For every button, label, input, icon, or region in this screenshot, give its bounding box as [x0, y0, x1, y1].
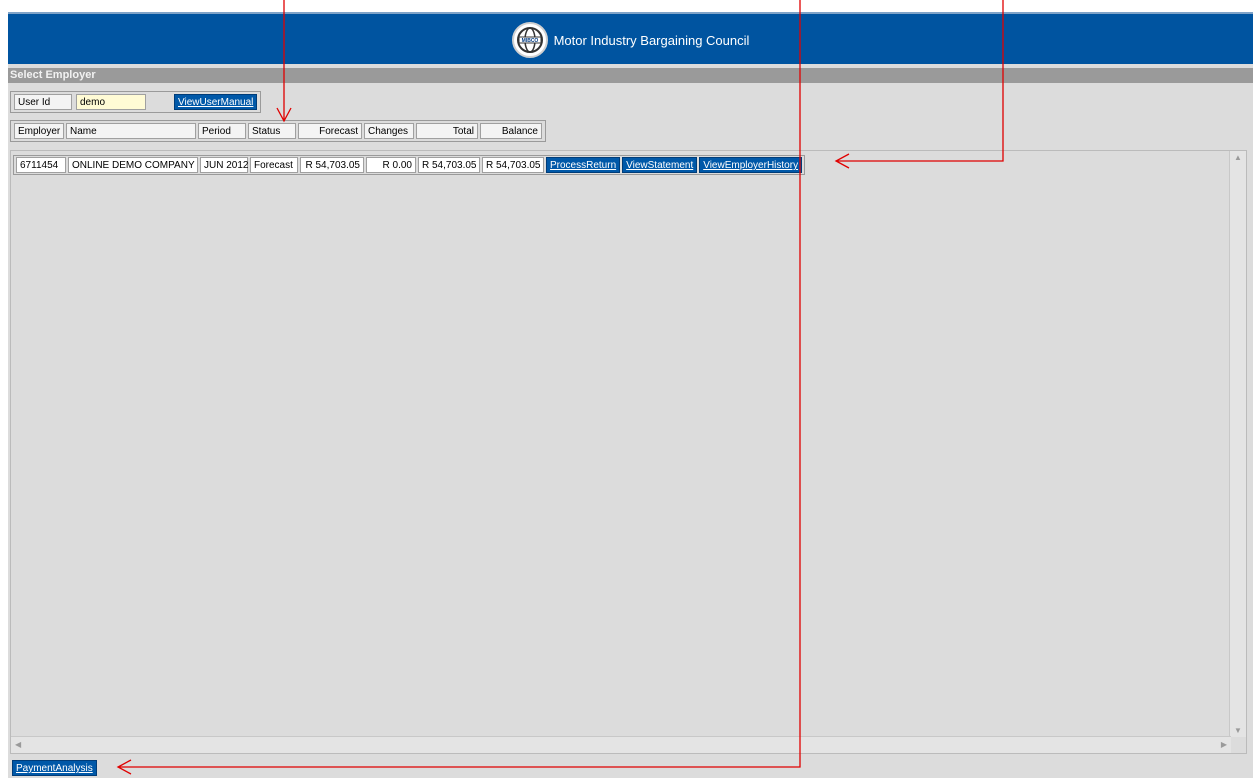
process-return-link[interactable]: ProcessReturn — [546, 157, 621, 173]
app-title: Motor Industry Bargaining Council — [553, 32, 750, 48]
forecast-value: R 54,703.05 — [300, 157, 364, 173]
col-header-forecast: Forecast — [298, 123, 362, 139]
col-header-period: Period — [198, 123, 246, 139]
col-header-total: Total — [416, 123, 478, 139]
col-header-balance: Balance — [480, 123, 542, 139]
scroll-left-icon[interactable]: ◀ — [15, 740, 21, 749]
vertical-scrollbar[interactable]: ▲ ▼ — [1229, 151, 1246, 737]
footer-bar: PaymentAnalysis — [8, 756, 1253, 778]
column-headers: Employer Name Period Status Forecast Cha… — [10, 120, 546, 142]
col-header-employer: Employer — [14, 123, 64, 139]
mibco-logo: MIBCO — [511, 22, 548, 58]
view-user-manual-link[interactable]: ViewUserManual — [174, 94, 258, 110]
employer-number: 6711454 — [16, 157, 66, 173]
horizontal-scrollbar[interactable]: ◀ ▶ — [11, 736, 1231, 753]
changes-value: R 0.00 — [366, 157, 416, 173]
balance-value: R 54,703.05 — [482, 157, 544, 173]
view-statement-link[interactable]: ViewStatement — [622, 157, 698, 173]
payment-analysis-link[interactable]: PaymentAnalysis — [12, 760, 97, 776]
section-title: Select Employer — [8, 68, 1253, 83]
period-value: JUN 2012 — [200, 157, 248, 173]
col-header-changes: Changes — [364, 123, 414, 139]
status-value: Forecast — [250, 157, 298, 173]
svg-text:MIBCO: MIBCO — [521, 38, 538, 44]
total-value: R 54,703.05 — [418, 157, 480, 173]
user-panel: User Id ViewUserManual — [10, 91, 262, 113]
user-id-input[interactable] — [76, 94, 146, 110]
header-bar: MIBCO Motor Industry Bargaining Council — [8, 12, 1253, 66]
col-header-status: Status — [248, 123, 296, 139]
scroll-up-icon[interactable]: ▲ — [1234, 153, 1242, 162]
user-id-label: User Id — [14, 94, 72, 110]
app-window: MIBCO Motor Industry Bargaining Council … — [8, 12, 1253, 778]
view-employer-history-link[interactable]: ViewEmployerHistory — [699, 157, 803, 173]
employer-name: ONLINE DEMO COMPANY — [68, 157, 198, 173]
globe-icon: MIBCO — [516, 27, 543, 53]
scroll-right-icon[interactable]: ▶ — [1221, 740, 1227, 749]
table-row: 6711454 ONLINE DEMO COMPANY JUN 2012 For… — [13, 155, 806, 175]
col-header-name: Name — [66, 123, 196, 139]
employer-grid[interactable]: 6711454 ONLINE DEMO COMPANY JUN 2012 For… — [10, 150, 1247, 754]
scroll-down-icon[interactable]: ▼ — [1234, 726, 1242, 735]
